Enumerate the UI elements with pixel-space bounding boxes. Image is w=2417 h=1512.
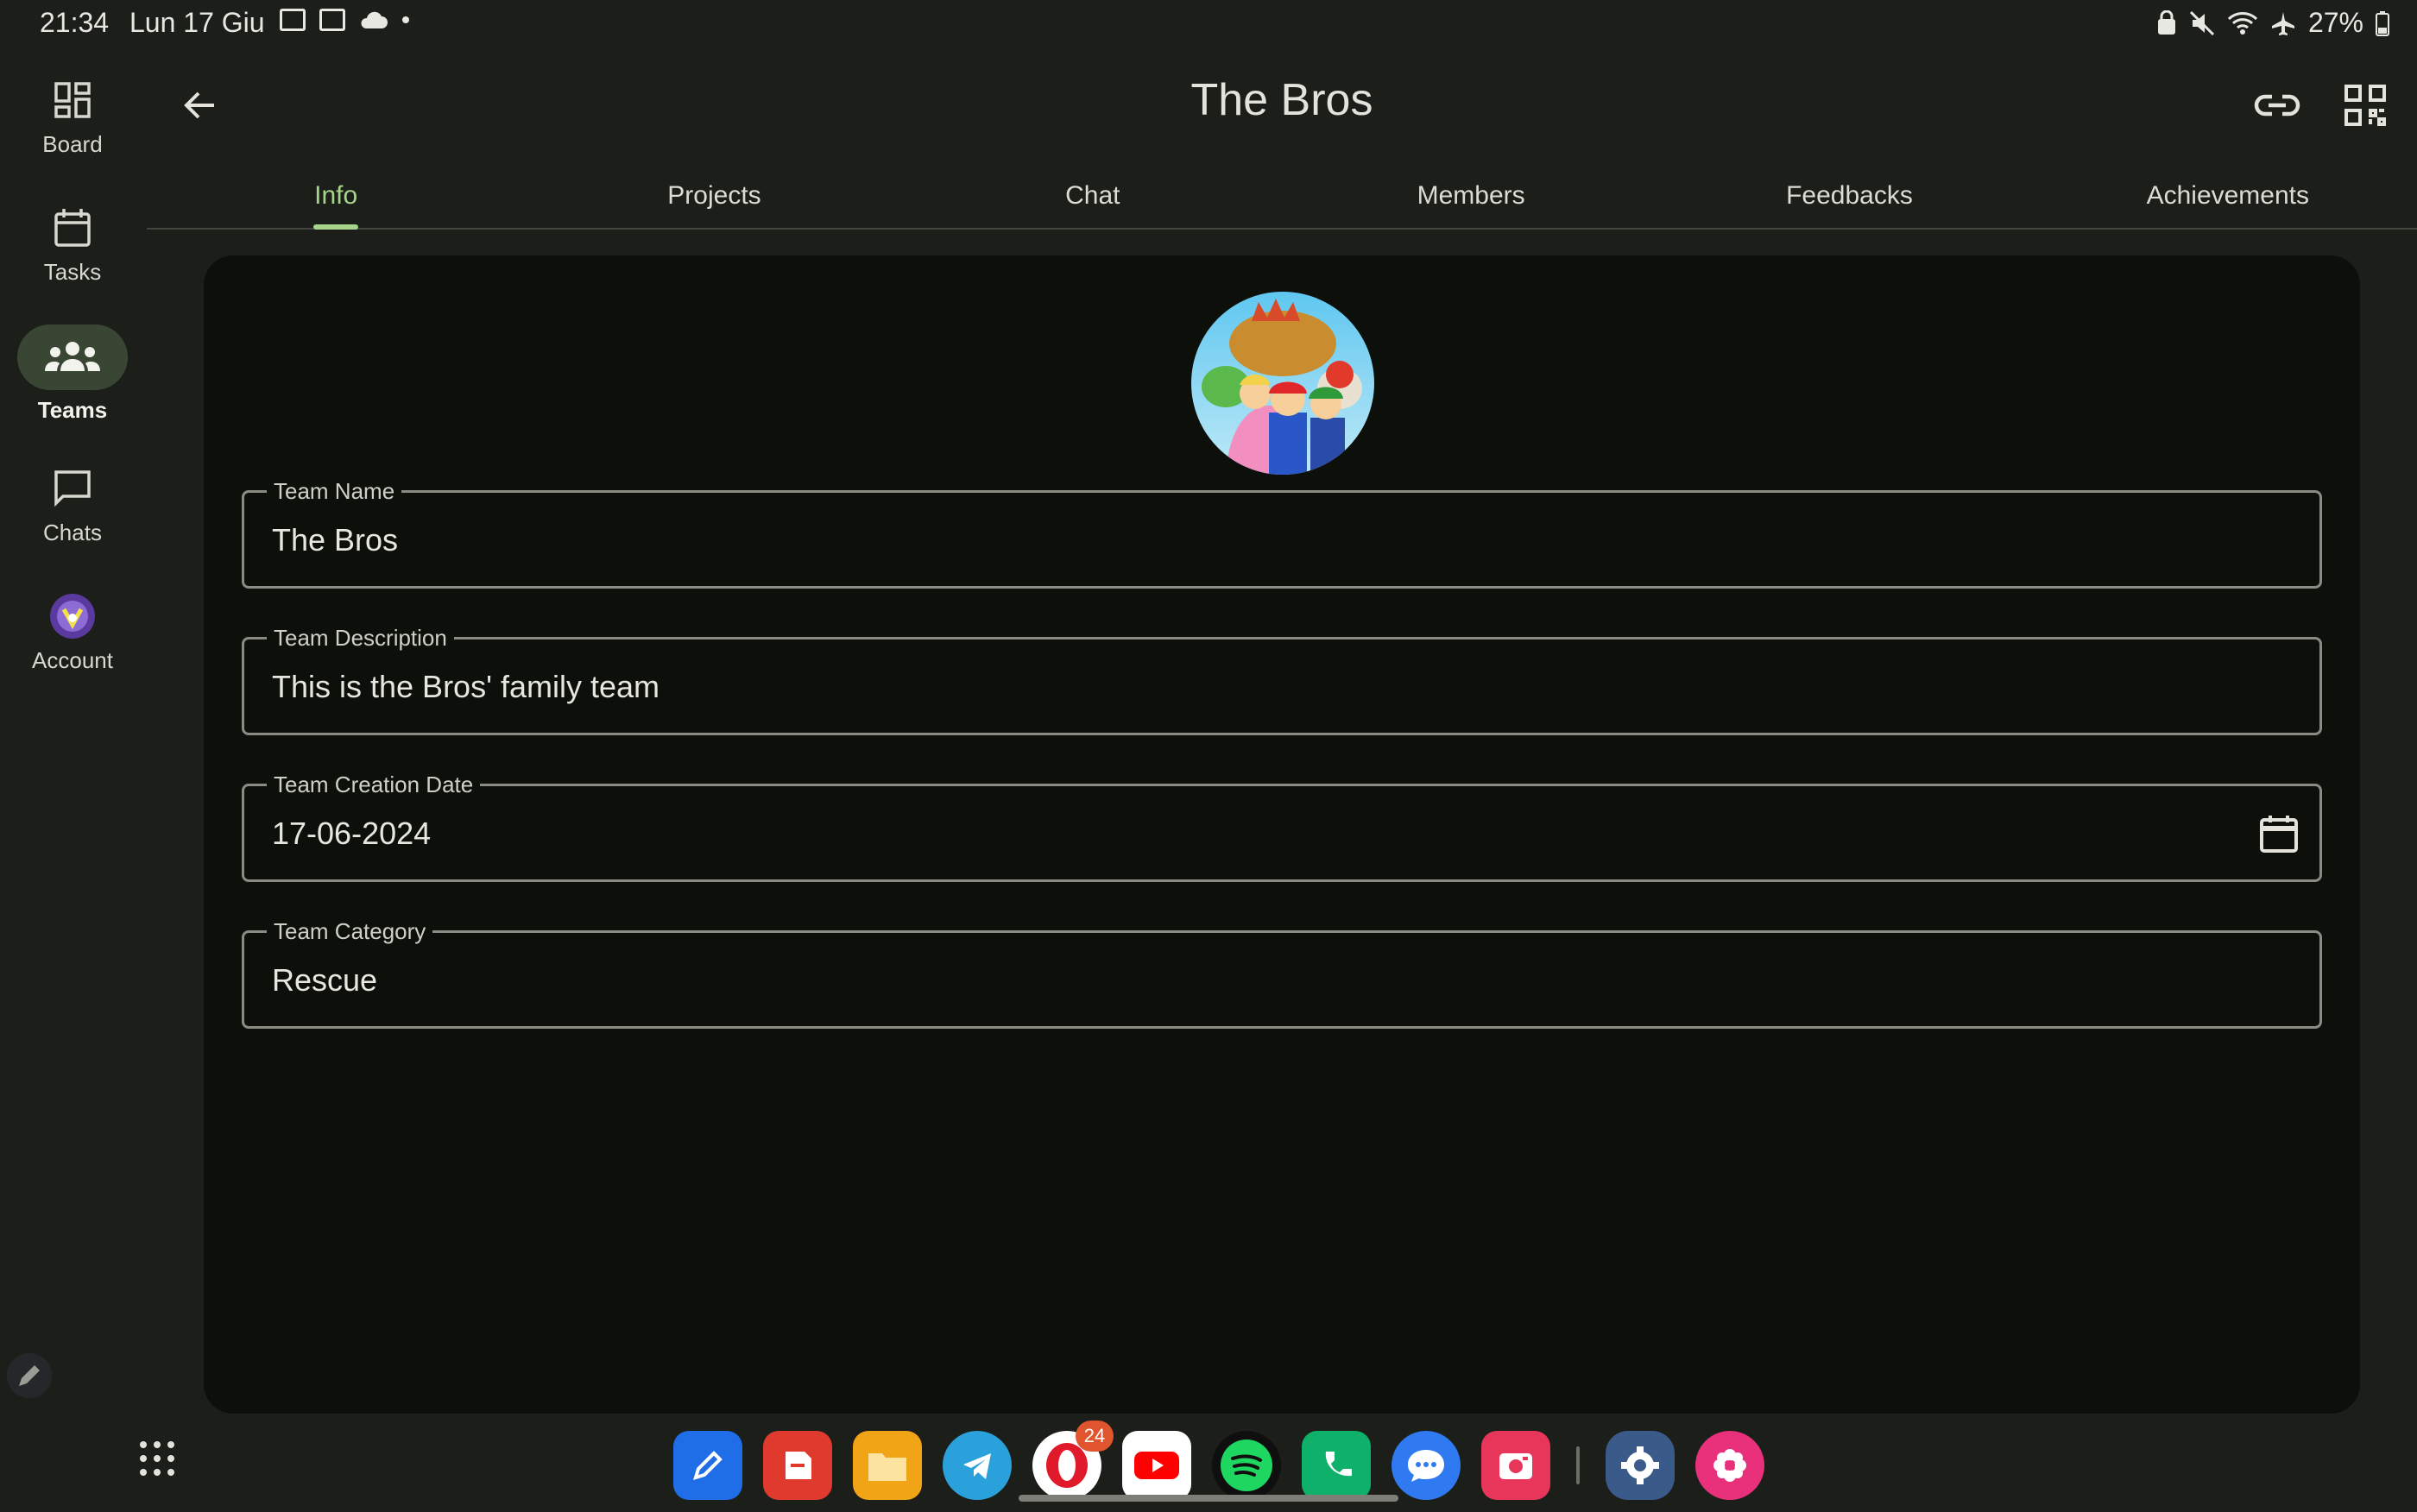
home-gesture-bar[interactable] <box>1019 1495 1398 1502</box>
screen-recorder-app-icon[interactable] <box>1481 1431 1550 1500</box>
dock-separator <box>1576 1446 1580 1484</box>
wifi-icon <box>2227 11 2257 35</box>
apps-grid-icon <box>140 1441 174 1476</box>
more-dot-icon <box>402 16 409 23</box>
groups-icon <box>17 324 128 390</box>
qr-code-button[interactable] <box>2339 79 2391 131</box>
battery-percent: 27% <box>2307 7 2363 38</box>
alarm-lock-icon <box>2157 9 2175 35</box>
nav-account-label: Account <box>32 647 113 673</box>
notification-icons <box>280 9 409 31</box>
status-time: 21:34 <box>40 7 110 38</box>
page-title: The Bros <box>1190 75 1373 125</box>
spotify-app-icon[interactable] <box>1212 1431 1281 1500</box>
nav-tasks[interactable]: Tasks <box>0 204 145 286</box>
team-name-field[interactable]: Team Name The Bros <box>242 478 2322 589</box>
arrow-back-icon <box>184 91 214 119</box>
dashboard-icon <box>48 76 97 124</box>
nav-teams[interactable]: Teams <box>0 324 145 424</box>
nav-account[interactable]: Account <box>0 592 145 674</box>
team-category-field[interactable]: Team Category Rescue <box>242 918 2322 1029</box>
team-description-label: Team Description <box>267 625 454 652</box>
nav-teams-label: Teams <box>37 397 108 423</box>
qr-code-icon <box>2344 85 2386 126</box>
nav-tasks-label: Tasks <box>43 259 102 285</box>
back-button[interactable] <box>176 81 224 129</box>
nav-chats-label: Chats <box>43 520 102 545</box>
nav-board-label: Board <box>42 131 103 157</box>
telegram-app-icon[interactable] <box>943 1431 1012 1500</box>
team-name-label: Team Name <box>267 478 402 505</box>
tab-achievements[interactable]: Achievements <box>2039 164 2417 228</box>
team-creation-date-value[interactable]: 17-06-2024 <box>272 816 431 852</box>
tab-projects[interactable]: Projects <box>525 164 903 228</box>
notes-app-icon[interactable] <box>673 1431 742 1500</box>
gallery-icon <box>280 9 306 31</box>
nav-board[interactable]: Board <box>0 76 145 158</box>
pdf-app-icon[interactable] <box>763 1431 832 1500</box>
system-icons: 27% <box>2156 7 2389 39</box>
files-app-icon[interactable] <box>853 1431 922 1500</box>
messages-app-icon[interactable] <box>1392 1431 1461 1500</box>
share-link-button[interactable] <box>2251 79 2303 131</box>
team-category-value[interactable]: Rescue <box>272 962 377 999</box>
opera-notification-badge: 24 <box>1076 1421 1114 1452</box>
phone-app-icon[interactable] <box>1302 1431 1371 1500</box>
calendar-notification-icon <box>319 9 345 31</box>
tab-chat[interactable]: Chat <box>904 164 1282 228</box>
date-picker-icon[interactable] <box>2259 814 2299 854</box>
settings-app-icon[interactable] <box>1606 1431 1675 1500</box>
team-creation-date-label: Team Creation Date <box>267 772 481 798</box>
taskbar-dock: 24 <box>673 1421 1764 1500</box>
account-avatar <box>48 592 97 640</box>
team-name-value[interactable]: The Bros <box>272 522 398 558</box>
app-drawer-button[interactable] <box>138 1440 176 1477</box>
team-creation-date-field[interactable]: Team Creation Date 17-06-2024 <box>242 772 2322 882</box>
team-avatar[interactable] <box>1191 292 1374 475</box>
chat-bubble-icon <box>48 464 97 513</box>
youtube-app-icon[interactable] <box>1122 1431 1191 1500</box>
mute-icon <box>2189 10 2215 35</box>
tab-bar: Info Projects Chat Members Feedbacks Ach… <box>147 164 2417 230</box>
opera-app-icon[interactable]: 24 <box>1032 1421 1114 1500</box>
edit-panel-button[interactable] <box>7 1353 52 1398</box>
status-date: Lun 17 Giu <box>129 7 265 38</box>
tab-members[interactable]: Members <box>1282 164 1660 228</box>
pencil-icon <box>7 1353 52 1398</box>
team-description-field[interactable]: Team Description This is the Bros' famil… <box>242 625 2322 735</box>
tab-info[interactable]: Info <box>147 164 525 228</box>
flower-app-icon[interactable] <box>1695 1431 1764 1500</box>
status-bar: 21:34 Lun 17 Giu 27% <box>0 0 2417 47</box>
battery-icon <box>2376 10 2389 36</box>
tab-feedbacks[interactable]: Feedbacks <box>1660 164 2038 228</box>
team-category-label: Team Category <box>267 918 433 945</box>
nav-chats[interactable]: Chats <box>0 464 145 546</box>
airplane-mode-icon <box>2271 11 2294 35</box>
cloud-icon <box>361 11 388 28</box>
calendar-icon <box>48 204 97 252</box>
link-icon <box>2254 94 2300 117</box>
team-description-value[interactable]: This is the Bros' family team <box>272 669 659 705</box>
